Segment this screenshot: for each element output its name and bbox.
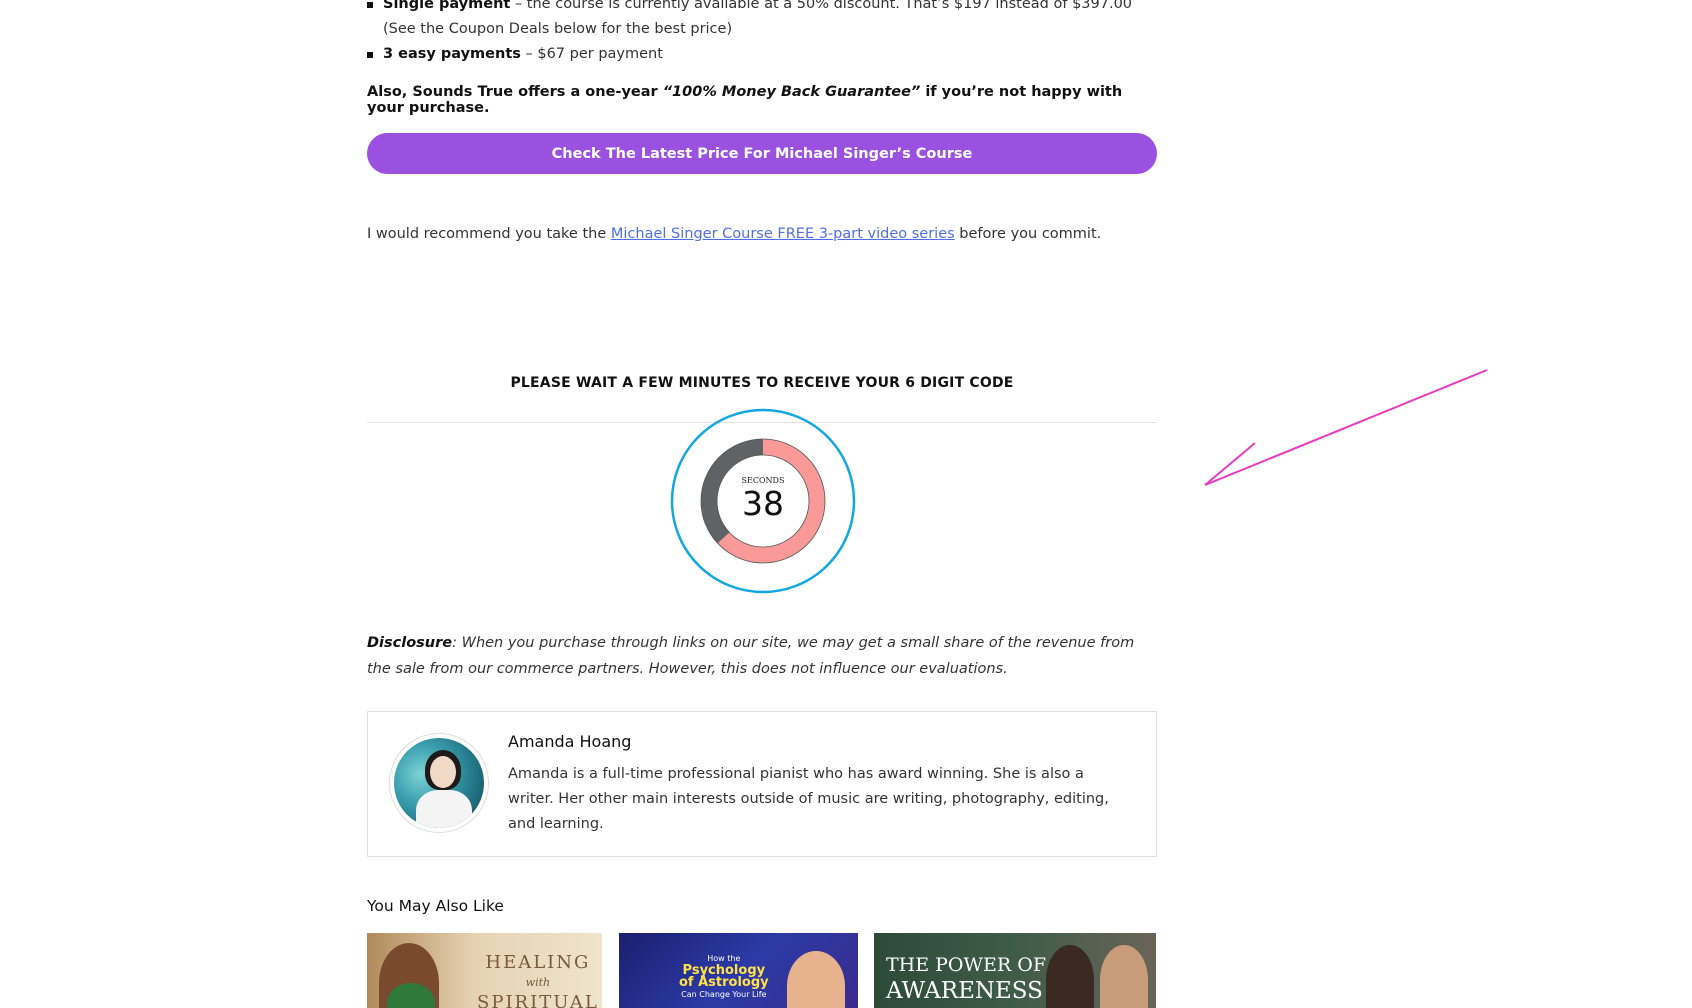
disclosure-body: : When you purchase through links on our…	[367, 635, 1135, 677]
check-price-button[interactable]: Check The Latest Price For Michael Singe…	[367, 133, 1157, 174]
disclosure-label: Disclosure	[367, 635, 453, 651]
card-person-image	[787, 951, 845, 1008]
avatar-photo	[394, 738, 484, 828]
related-post-card[interactable]: HEALING with SPIRITUAL	[367, 933, 602, 1008]
disclosure-text: Disclosure: When you purchase through li…	[367, 630, 1157, 682]
annotation-arrow-icon	[1204, 369, 1488, 486]
guarantee-prefix: Also, Sounds True offers a one-year	[367, 84, 663, 100]
author-avatar[interactable]	[389, 733, 489, 833]
recommend-prefix: I would recommend you take the	[367, 226, 611, 242]
author-name[interactable]: Amanda Hoang	[508, 732, 631, 751]
guarantee-text: Also, Sounds True offers a one-year “100…	[367, 84, 1157, 116]
recommend-text: I would recommend you take the Michael S…	[367, 226, 1101, 242]
related-post-card[interactable]: THE POWER OF AWARENESS	[874, 933, 1156, 1008]
recommend-suffix: before you commit.	[954, 226, 1102, 242]
related-post-card[interactable]: How the Psychology of Astrology Can Chan…	[619, 933, 858, 1008]
card-person-image	[1100, 945, 1148, 1008]
guarantee-emphasis: “100% Money Back Guarantee”	[662, 84, 921, 100]
list-item: 3 easy payments – $67 per payment	[367, 42, 1157, 67]
bullet-square-icon	[367, 52, 373, 58]
author-bio: Amanda is a full-time professional piani…	[508, 766, 1109, 832]
countdown-timer: SECONDS 38	[670, 408, 856, 594]
author-box: Amanda Hoang Amanda is a full-time profe…	[367, 711, 1157, 857]
card-title: THE POWER OF AWARENESS	[886, 954, 1047, 1004]
code-wait-title: PLEASE WAIT A FEW MINUTES TO RECEIVE YOU…	[510, 375, 1014, 391]
related-posts-title: You May Also Like	[367, 897, 504, 915]
payment-options-list: Single payment – the course is currently…	[367, 0, 1157, 67]
timer-seconds-value: 38	[742, 484, 784, 523]
list-item: Single payment – the course is currently…	[367, 0, 1157, 42]
payment-option-title: Single payment	[383, 0, 511, 12]
card-person-image	[1046, 945, 1094, 1008]
card-title: How the Psychology of Astrology Can Chan…	[679, 954, 769, 999]
bullet-square-icon	[367, 2, 373, 8]
payment-option-text: – $67 per payment	[520, 46, 663, 62]
card-title: HEALING with SPIRITUAL	[477, 952, 599, 1008]
payment-option-title: 3 easy payments	[383, 46, 521, 62]
free-video-series-link[interactable]: Michael Singer Course FREE 3-part video …	[611, 226, 955, 242]
